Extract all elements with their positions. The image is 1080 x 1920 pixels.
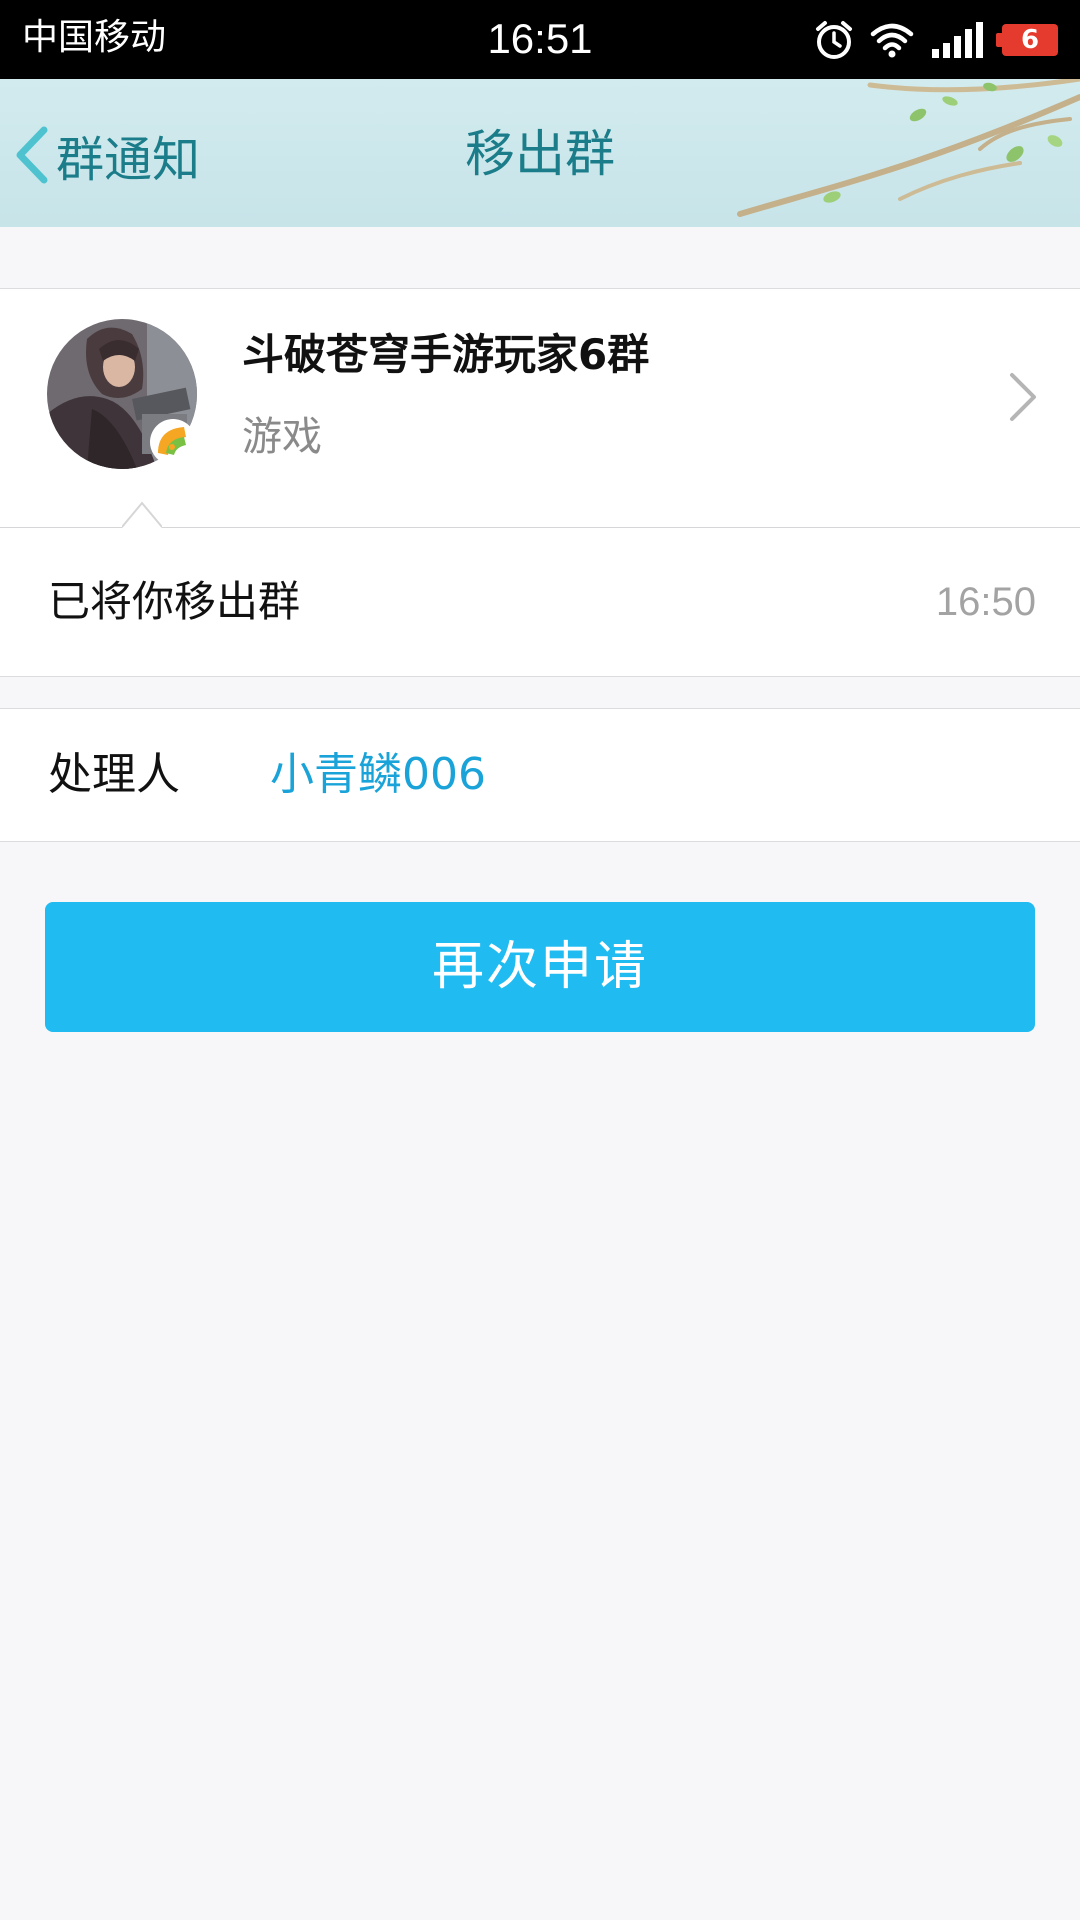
notice-text: 已将你移出群	[48, 577, 301, 626]
status-icons: 6	[814, 18, 1058, 62]
battery-icon: 6	[996, 24, 1058, 56]
signal-icon	[932, 22, 983, 58]
status-bar: 中国移动 16:51 6	[0, 0, 1080, 79]
chevron-right-icon	[1010, 373, 1036, 421]
wifi-icon	[870, 23, 914, 58]
nav-bar: 群通知 移出群	[0, 79, 1080, 227]
page-title: 移出群	[465, 125, 615, 183]
handler-row: 处理人 小青鳞006	[0, 708, 1080, 842]
group-name: 斗破苍穹手游玩家6群	[242, 330, 650, 379]
group-card[interactable]: 斗破苍穹手游玩家6群 游戏	[0, 288, 1080, 529]
bubble-notch	[122, 501, 162, 528]
group-category: 游戏	[242, 414, 322, 460]
notice-time: 16:50	[935, 580, 1036, 624]
handler-name-link[interactable]: 小青鳞006	[270, 747, 486, 803]
reapply-button[interactable]: 再次申请	[45, 902, 1035, 1032]
alarm-icon	[816, 21, 852, 59]
notice-row: 已将你移出群 16:50	[0, 528, 1080, 677]
handler-label: 处理人	[48, 749, 180, 800]
game-badge-icon	[150, 419, 196, 465]
